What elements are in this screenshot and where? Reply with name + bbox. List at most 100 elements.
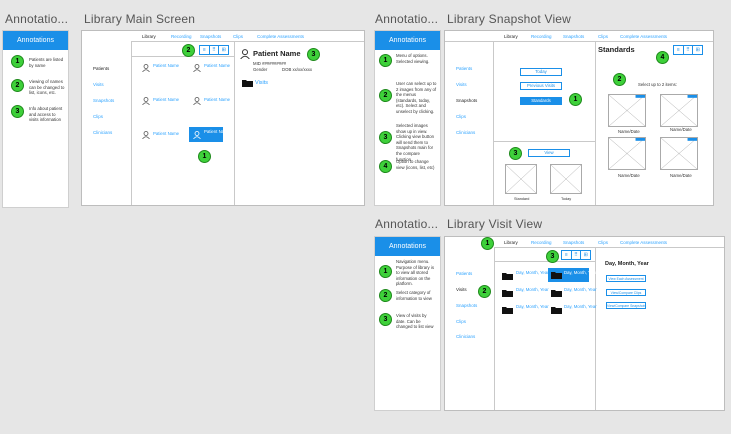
nav-clips[interactable]: Clips [598, 34, 608, 39]
badge-3: 3 [379, 313, 392, 326]
grid-view-icon[interactable]: ⠿ [572, 251, 582, 259]
sidebar-item-clinicians[interactable]: Clinicians [93, 130, 112, 135]
sidebar-item-patients[interactable]: Patients [456, 271, 472, 276]
thumb-caption: Name/Date [670, 127, 692, 132]
standard-image-thumb[interactable] [660, 94, 698, 127]
tile-view-icon[interactable]: ⊞ [693, 46, 702, 54]
annotations-header: Annotations [375, 237, 440, 256]
visit-date-link[interactable]: Day, Month, Year [564, 304, 597, 309]
sidebar-item-clinicians[interactable]: Clinicians [456, 130, 475, 135]
patient-name-link[interactable]: Patient Name [153, 131, 179, 136]
visit-date-heading: Day, Month, Year [605, 261, 649, 267]
grid-view-icon[interactable]: ⠿ [210, 46, 220, 54]
badge-1: 1 [11, 55, 24, 68]
library-main-frame: Library Recording Snapshots Clips Comple… [81, 30, 365, 206]
sidebar-item-snapshots[interactable]: Snapshots [456, 303, 477, 308]
badge-1: 1 [569, 93, 582, 106]
patient-name-link[interactable]: Patient Name [153, 97, 179, 102]
standards-button[interactable]: Standards [520, 97, 562, 105]
tile-view-icon[interactable]: ⊞ [581, 251, 590, 259]
badge-2: 2 [379, 89, 392, 102]
badge-1: 1 [379, 54, 392, 67]
sidebar-item-snapshots[interactable]: Snapshots [456, 98, 477, 103]
nav-library[interactable]: Library [504, 240, 518, 245]
nav-snapshots[interactable]: Snapshots [200, 34, 221, 39]
previous-visits-button[interactable]: Previous Visits [520, 82, 562, 90]
thumb-caption: Name/Date [618, 129, 640, 134]
sidebar-item-visits[interactable]: Visits [456, 287, 467, 292]
library-snapshot-frame: Library Recording Snapshots Clips Comple… [444, 30, 714, 206]
sidebar-item-visits[interactable]: Visits [93, 82, 104, 87]
list-view-icon[interactable]: ≡ [200, 46, 210, 54]
view-toggle[interactable]: ≡ ⠿ ⊞ [673, 45, 703, 55]
folder-icon [242, 80, 253, 87]
standard-image-thumb[interactable] [608, 137, 646, 170]
nav-recording[interactable]: Recording [171, 34, 192, 39]
visit-date-link[interactable]: Day, Month, Year [516, 287, 549, 292]
annotations-title-1: Annotatio... [5, 12, 69, 26]
selected-visit-tile[interactable]: Day, Month, Year [548, 268, 597, 282]
folder-icon [551, 290, 562, 297]
library-snapshot-view-title: Library Snapshot View [447, 12, 572, 26]
badge-1: 1 [481, 237, 494, 250]
patient-name-link[interactable]: Patient Name [204, 129, 230, 134]
nav-clips[interactable]: Clips [598, 240, 608, 245]
visit-date-link[interactable]: Day, Month, Year [516, 304, 549, 309]
nav-complete-assessments[interactable]: Complete Assessments [620, 240, 667, 245]
annotations-panel-1: Annotations 1 Patients are listed by nam… [2, 30, 69, 208]
standard-image-thumb[interactable] [660, 137, 698, 170]
list-view-icon[interactable]: ≡ [674, 46, 684, 54]
person-icon [142, 97, 150, 105]
view-toggle[interactable]: ≡ ⠿ ⊞ [199, 45, 229, 55]
nav-snapshots[interactable]: Snapshots [563, 34, 584, 39]
patient-name-link[interactable]: Patient Name [204, 63, 230, 68]
sidebar-item-clips[interactable]: Clips [456, 319, 466, 324]
sidebar-item-patients[interactable]: Patients [93, 66, 109, 71]
sidebar-item-clinicians[interactable]: Clinicians [456, 334, 475, 339]
today-button[interactable]: Today [520, 68, 562, 76]
selected-patient-tile[interactable]: Patient Name [189, 127, 230, 142]
patient-gender: Gender [253, 67, 268, 72]
thumb-caption: Name/Date [618, 173, 640, 178]
badge-1: 1 [198, 150, 211, 163]
sidebar-item-snapshots[interactable]: Snapshots [93, 98, 114, 103]
nav-clips[interactable]: Clips [233, 34, 243, 39]
sidebar-item-clips[interactable]: Clips [456, 114, 466, 119]
nav-recording[interactable]: Recording [531, 34, 552, 39]
visit-date-link[interactable]: Day, Month, Year [516, 270, 549, 275]
person-icon [193, 131, 201, 139]
nav-complete-assessments[interactable]: Complete Assessments [257, 34, 304, 39]
nav-recording[interactable]: Recording [531, 240, 552, 245]
sidebar-item-patients[interactable]: Patients [456, 66, 472, 71]
view-each-assessment-button[interactable]: View Each Assessment [606, 275, 646, 282]
sidebar-item-visits[interactable]: Visits [456, 82, 467, 87]
visit-date-link[interactable]: Day, Month, Year [564, 287, 597, 292]
standards-heading: Standards [598, 45, 635, 54]
library-visit-frame: 1 Library Recording Snapshots Clips Comp… [444, 236, 725, 411]
tile-view-icon[interactable]: ⊞ [219, 46, 228, 54]
badge-3: 3 [546, 250, 559, 263]
view-compare-snapshots-button[interactable]: View/Compare Snapshots [606, 302, 646, 309]
nav-library[interactable]: Library [504, 34, 518, 39]
nav-complete-assessments[interactable]: Complete Assessments [620, 34, 667, 39]
patient-mid: MID ########## [253, 61, 286, 66]
grid-view-icon[interactable]: ⠿ [684, 46, 694, 54]
nav-library[interactable]: Library [142, 34, 156, 39]
sidebar-item-clips[interactable]: Clips [93, 114, 103, 119]
select-hint: Select up to 2 items: [638, 82, 677, 87]
patient-name-link[interactable]: Patient Name [153, 63, 179, 68]
selected-image-placeholder [550, 164, 582, 194]
list-view-icon[interactable]: ≡ [562, 251, 572, 259]
view-button[interactable]: View [528, 149, 570, 157]
nav-snapshots[interactable]: Snapshots [563, 240, 584, 245]
patient-name-heading: Patient Name [253, 49, 301, 58]
view-toggle[interactable]: ≡ ⠿ ⊞ [561, 250, 591, 260]
badge-2: 2 [379, 289, 392, 302]
standard-image-thumb[interactable] [608, 94, 646, 127]
person-icon [142, 131, 150, 139]
visits-link[interactable]: Visits [255, 80, 268, 86]
view-compare-clips-button[interactable]: View/Compare Clips [606, 289, 646, 296]
visit-date-link[interactable]: Day, Month, Year [564, 270, 597, 275]
library-visit-view-title: Library Visit View [447, 217, 543, 231]
patient-name-link[interactable]: Patient Name [204, 97, 230, 102]
